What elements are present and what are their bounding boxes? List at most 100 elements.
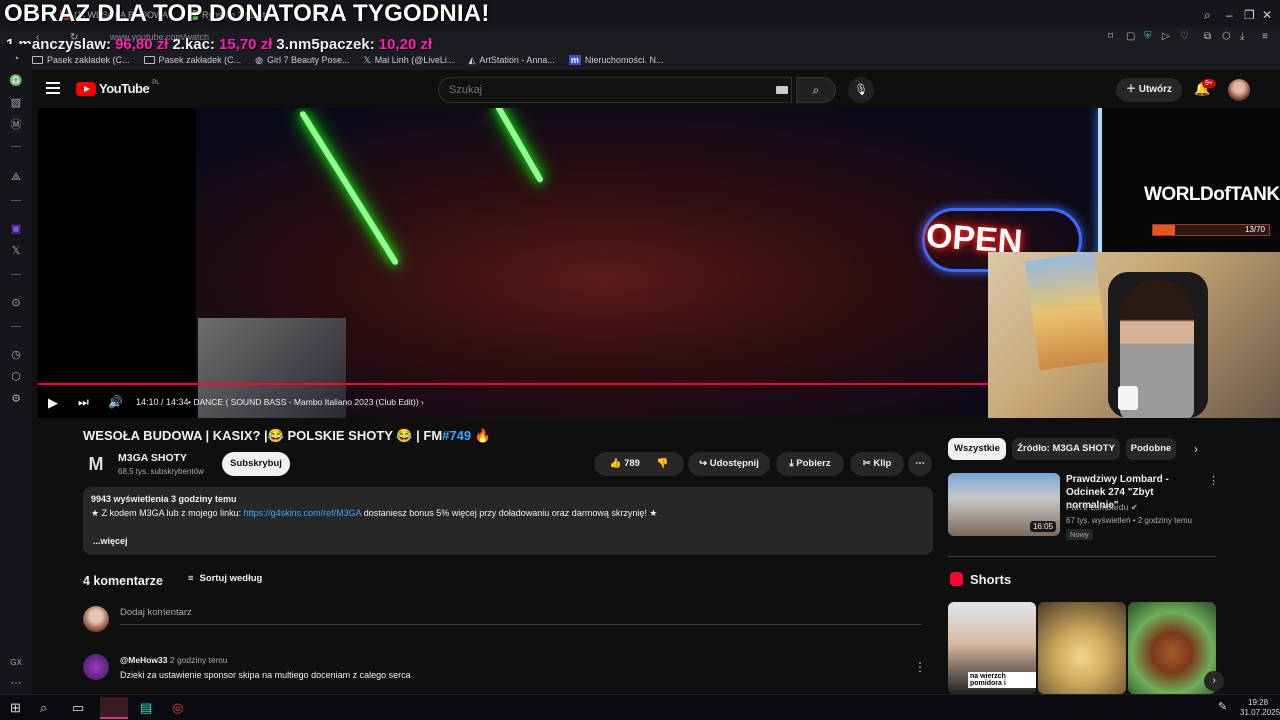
ad-progress-bar: 13/70 <box>1152 224 1270 236</box>
screenshot-icon[interactable]: ▢ <box>1126 31 1135 42</box>
short-thumbnail[interactable] <box>1038 602 1126 694</box>
add-comment-input[interactable]: Dodaj komentarz <box>120 607 922 625</box>
short-thumbnail[interactable]: na wierzch pomidora i <box>948 602 1036 694</box>
clock-date[interactable]: 31.07.2025 <box>1240 708 1280 717</box>
bookmark-item[interactable]: Pasek zakładek (C... <box>32 55 130 65</box>
bookmark-item[interactable]: ◭ ArtStation - Anna... <box>468 55 554 66</box>
comment-menu-icon[interactable]: ⋮ <box>914 660 926 674</box>
chip-all[interactable]: Wszystkie <box>948 438 1006 460</box>
chip-related[interactable]: Podobne <box>1126 438 1176 460</box>
wallet-icon[interactable]: ⬡ <box>1222 31 1231 42</box>
folder-icon <box>32 56 43 64</box>
sort-icon: ≡ <box>188 573 194 584</box>
settings-icon[interactable]: ⚙ <box>9 392 23 406</box>
channel-logo[interactable]: M <box>85 453 107 475</box>
sidebar-divider <box>11 326 21 327</box>
bookmark-item[interactable]: 𝕏 Mai Linh (@LiveLi... <box>364 55 455 66</box>
history-icon[interactable]: ◷ <box>9 348 23 362</box>
folder-icon <box>143 56 155 64</box>
player-icon[interactable]: ▷ <box>1162 31 1170 42</box>
create-button[interactable]: ＋ Utwórz <box>1116 78 1182 102</box>
download-icon[interactable]: ⤓ <box>1240 31 1244 42</box>
chip-source[interactable]: Źródło: M3GA SHOTY <box>1012 438 1120 460</box>
shorts-icon <box>950 572 963 586</box>
sidebar-aria-icon[interactable]: ♎ <box>9 74 23 88</box>
shorts-next-button[interactable]: › <box>1204 671 1224 691</box>
play-icon[interactable]: ▶ <box>48 395 58 411</box>
video-player[interactable]: OPEN ▶ ⏭ 🔊 14:10 / 14:34 • DANCE ( SOUND… <box>38 108 1102 418</box>
taskbar-app-obs-icon[interactable]: ◎ <box>172 700 183 716</box>
next-icon[interactable]: ⏭ <box>78 395 89 410</box>
x-twitter-icon[interactable]: 𝕏 <box>9 244 23 258</box>
more-icon[interactable]: ⋯ <box>9 676 23 690</box>
comment-author-avatar[interactable] <box>83 654 109 680</box>
minimize-icon[interactable]: – <box>1226 8 1233 22</box>
channel-name[interactable]: M3GA SHOTY <box>118 452 187 464</box>
chapter-title[interactable]: • DANCE ( SOUND BASS - Mambo Italiano 20… <box>188 397 424 407</box>
dislike-button[interactable]: 👎 <box>657 458 669 469</box>
maximize-icon[interactable]: ❐ <box>1244 8 1255 22</box>
youtube-logo[interactable]: YouTube PL <box>76 80 160 96</box>
bookmark-item[interactable]: Pasek zakładek (C... <box>143 55 241 65</box>
green-light-bar <box>298 110 400 266</box>
promo-link[interactable]: https://g4skins.com/ref/M3GA <box>244 508 362 518</box>
search-input[interactable] <box>449 84 749 96</box>
description-box[interactable]: 9943 wyświetlenia 3 godziny temu ★ Z kod… <box>83 487 933 555</box>
extensions-icon[interactable]: ⬡ <box>9 370 23 384</box>
recommended-thumbnail[interactable]: 16:05 <box>948 473 1060 536</box>
search-tabs-icon[interactable]: ⌕ <box>1204 8 1211 23</box>
close-window-icon[interactable]: ✕ <box>1262 8 1272 22</box>
download-button[interactable]: ⤓ Pobierz <box>776 452 844 476</box>
bookmark-icon[interactable]: ⌑ <box>1108 31 1113 42</box>
recommended-menu-icon[interactable]: ⋮ <box>1208 474 1219 487</box>
subscribe-button[interactable]: Subskrybuj <box>222 452 290 476</box>
taskbar-app-opera[interactable] <box>100 697 128 719</box>
search-button[interactable]: ⌕ <box>796 77 836 103</box>
account-avatar[interactable] <box>1228 79 1250 101</box>
search-icon[interactable]: ⌕ <box>40 700 47 716</box>
voice-search-button[interactable]: 🎙 <box>848 77 874 103</box>
gx-icon[interactable]: GX <box>9 656 23 670</box>
like-button[interactable]: 👍 789 <box>610 458 640 469</box>
hamburger-menu-icon[interactable] <box>46 82 60 94</box>
windows-start-icon[interactable]: ⊞ <box>10 700 21 716</box>
sort-label: Sortuj według <box>199 573 263 584</box>
hashtag-link[interactable]: #749 <box>442 428 471 443</box>
comment-author[interactable]: @MeHow33 <box>120 655 168 665</box>
tray-pen-icon[interactable]: ✎ <box>1218 700 1227 713</box>
task-view-icon[interactable]: ▭ <box>72 700 84 716</box>
extensions-icon[interactable]: ⧉ <box>1204 31 1211 42</box>
heart-icon[interactable]: ♡ <box>1180 31 1189 42</box>
sidebar-divider <box>11 274 21 275</box>
clip-button[interactable]: ✂ Klip <box>850 452 904 476</box>
browser-menu-icon[interactable]: ≡ <box>1262 31 1268 42</box>
short-thumbnail[interactable] <box>1128 602 1216 694</box>
sort-button[interactable]: ≡ Sortuj według <box>188 573 262 584</box>
more-actions-button[interactable]: ⋯ <box>908 452 932 476</box>
description-prefix: ★ Z kodem M3GA lub z mojego linku: <box>91 508 244 518</box>
clock-time[interactable]: 19:28 <box>1248 698 1268 707</box>
sidebar-m-icon[interactable]: Ⓜ <box>9 118 23 132</box>
volume-icon[interactable]: 🔊 <box>108 395 123 409</box>
sidebar-gallery-icon[interactable]: ▨ <box>9 96 23 110</box>
vpn-shield-icon[interactable]: ⛨ <box>1144 31 1152 42</box>
sidebar-triangle-icon[interactable]: ⟁ <box>9 170 23 184</box>
view-count-date: 9943 wyświetlenia 3 godziny temu <box>91 494 237 504</box>
comment-header: @MeHow33 2 godziny temu <box>120 655 228 665</box>
artstation-icon: ◭ <box>468 54 476 65</box>
twitch-icon[interactable]: ▣ <box>9 222 23 236</box>
player-icon[interactable]: ⊙ <box>9 296 23 310</box>
bookmark-item[interactable]: m Nieruchomości. N... <box>568 55 663 65</box>
taskbar-app-terminal-icon[interactable]: ▤ <box>140 700 152 716</box>
keyboard-icon[interactable] <box>776 86 788 94</box>
sidebar-home-icon[interactable]: ◔ <box>9 52 23 66</box>
comment-time[interactable]: 2 godziny temu <box>170 655 228 665</box>
recommended-channel[interactable]: Pan z Lombardu ✔ <box>1066 502 1138 513</box>
show-more-button[interactable]: ...więcej <box>93 536 128 546</box>
mug <box>1118 386 1138 410</box>
search-box[interactable] <box>438 77 792 103</box>
share-button[interactable]: ↪ Udostępnij <box>688 452 770 476</box>
bookmark-item[interactable]: ◍ Girl 7 Beauty Pose... <box>255 55 349 66</box>
chevron-right-icon[interactable]: › <box>1194 442 1198 456</box>
progress-bar[interactable] <box>38 383 1071 385</box>
